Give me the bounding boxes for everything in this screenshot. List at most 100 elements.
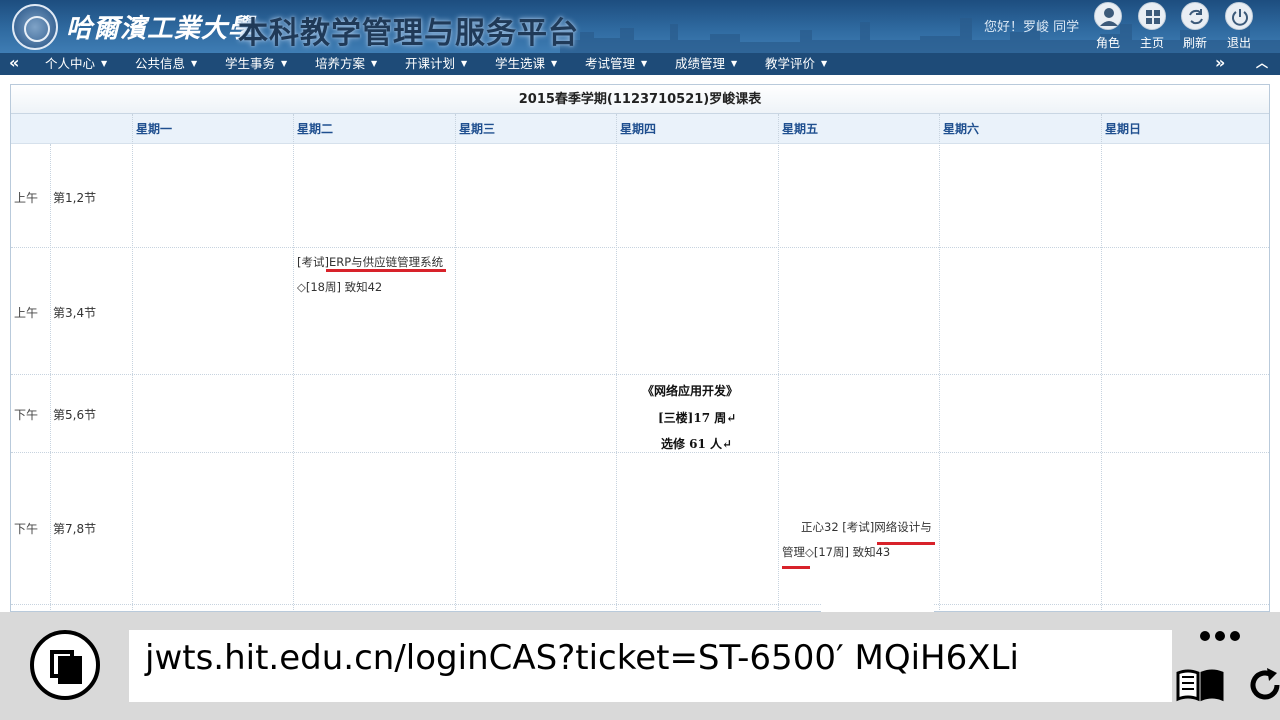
main-nav: « 个人中心 ▼ 公共信息 ▼ 学生事务 ▼ 培养方案 ▼ 开课计划 ▼ 学生选课 ▼ 考试…: [0, 53, 1280, 75]
day-header-tue: 星期二: [297, 122, 334, 136]
day-header-wed: 星期三: [459, 122, 496, 136]
grid-line: [939, 114, 940, 611]
nav-training-plan[interactable]: 培养方案 ▼: [315, 53, 377, 75]
period-half-label: 下午: [14, 408, 39, 422]
user-icon: [1094, 2, 1122, 30]
red-underline-mark: [782, 566, 810, 569]
school-name: 哈爾濱工業大學: [66, 14, 256, 44]
day-header-thu: 星期四: [620, 122, 657, 136]
caret-down-icon: ▼: [731, 59, 738, 68]
grid-icon: [1138, 2, 1166, 30]
site-header: 哈爾濱工業大學 本科教学管理与服务平台 您好！罗峻 同学 角色 主页 刷新 退出: [0, 0, 1280, 53]
url-field[interactable]: jwts.hit.edu.cn/loginCAS?ticket=ST-6500′…: [129, 630, 1280, 702]
course-line: ◇[18周] 致知42: [297, 280, 383, 294]
grid-line: [132, 114, 133, 611]
tabs-button[interactable]: [30, 630, 100, 700]
caret-down-icon: ▼: [101, 59, 108, 68]
more-options-icon[interactable]: [1200, 626, 1250, 642]
course-note-line: 选修 61 人↵: [661, 437, 733, 451]
day-header-mon: 星期一: [136, 122, 173, 136]
course-line: 正心32 [考试]网络设计与: [801, 520, 932, 534]
university-seal-logo: [12, 4, 58, 50]
nav-public-info[interactable]: 公共信息 ▼: [135, 53, 197, 75]
browser-refresh-button[interactable]: [1245, 665, 1280, 705]
nav-personal-center[interactable]: 个人中心 ▼: [45, 53, 107, 75]
period-half-label: 下午: [14, 522, 39, 536]
caret-down-icon: ▼: [191, 59, 198, 68]
course-note-line: 《网络应用开发》: [642, 384, 739, 398]
caret-down-icon: ▼: [821, 59, 828, 68]
nav-student-affairs[interactable]: 学生事务 ▼: [225, 53, 287, 75]
day-header-sun: 星期日: [1105, 122, 1142, 136]
grid-line: [616, 114, 617, 611]
nav-item-label: 公共信息: [135, 56, 186, 71]
caret-down-icon: ▼: [551, 59, 558, 68]
nav-course-plan[interactable]: 开课计划 ▼: [405, 53, 467, 75]
day-header-row: 星期一 星期二 星期三 星期四 星期五 星期六 星期日: [11, 114, 1269, 144]
caret-down-icon: ▼: [461, 59, 468, 68]
period-half-label: 上午: [14, 306, 39, 320]
skyline-decoration: [560, 18, 1280, 53]
refresh-page-button[interactable]: 刷新: [1175, 2, 1215, 50]
caret-down-icon: ▼: [371, 59, 378, 68]
role-button[interactable]: 角色: [1088, 2, 1128, 50]
caret-down-icon: ▼: [281, 59, 288, 68]
course-entry-tue[interactable]: [考试]ERP与供应链管理系统 ◇[18周] 致知42: [297, 250, 443, 300]
nav-scroll-left-icon[interactable]: «: [9, 53, 19, 75]
period-slot-label: 第5,6节: [53, 408, 97, 422]
grid-line: [11, 374, 1269, 375]
nav-item-label: 学生选课: [495, 56, 546, 71]
reading-view-button[interactable]: [1174, 667, 1226, 703]
nav-scroll-right-icon[interactable]: »: [1215, 53, 1225, 75]
timetable-title: 2015春季学期(1123710521)罗峻课表: [11, 85, 1269, 114]
nav-item-label: 成绩管理: [675, 56, 726, 71]
nav-item-label: 考试管理: [585, 56, 636, 71]
grid-line: [11, 452, 1269, 453]
home-button[interactable]: 主页: [1132, 2, 1172, 50]
timetable-grid: 星期一 星期二 星期三 星期四 星期五 星期六 星期日 上午 第1,2节 上午 …: [11, 114, 1269, 611]
logout-button[interactable]: 退出: [1219, 2, 1259, 50]
grid-line: [293, 114, 294, 611]
page: 哈爾濱工業大學 本科教学管理与服务平台 您好！罗峻 同学 角色 主页 刷新 退出: [0, 0, 1280, 720]
course-entry-fri[interactable]: 正心32 [考试]网络设计与 管理◇[17周] 致知43: [782, 515, 932, 565]
collapse-up-icon[interactable]: ︿: [1256, 53, 1268, 75]
role-button-label: 角色: [1095, 36, 1120, 50]
nav-course-selection[interactable]: 学生选课 ▼: [495, 53, 557, 75]
browser-address-bar: jwts.hit.edu.cn/loginCAS?ticket=ST-6500′…: [0, 612, 1280, 720]
period-slot-label: 第3,4节: [53, 306, 97, 320]
book-icon: [1176, 669, 1224, 702]
period-slot-label: 第1,2节: [53, 191, 97, 205]
period-slot-label: 第7,8节: [53, 522, 97, 536]
nav-item-label: 个人中心: [45, 56, 96, 71]
user-greeting: 您好！罗峻 同学: [984, 20, 1080, 35]
home-button-label: 主页: [1139, 36, 1164, 50]
nav-item-label: 培养方案: [315, 56, 366, 71]
grid-line: [778, 114, 779, 611]
refresh-icon: [1181, 2, 1209, 30]
nav-exam-management[interactable]: 考试管理 ▼: [585, 53, 647, 75]
nav-grade-management[interactable]: 成绩管理 ▼: [675, 53, 737, 75]
grid-line: [1101, 114, 1102, 611]
logout-button-label: 退出: [1226, 36, 1251, 50]
grid-line: [455, 114, 456, 611]
timetable-panel: 2015春季学期(1123710521)罗峻课表 星期一 星期二 星期三 星期四…: [10, 84, 1270, 612]
nav-teaching-evaluation[interactable]: 教学评价 ▼: [765, 53, 827, 75]
platform-title: 本科教学管理与服务平台: [238, 16, 579, 51]
tabs-icon-back: [58, 656, 82, 684]
grid-line: [11, 604, 1269, 605]
grid-line: [50, 144, 51, 611]
red-underline-mark: [877, 542, 935, 545]
refresh-icon: [1250, 668, 1280, 700]
period-half-label: 上午: [14, 191, 39, 205]
day-header-sat: 星期六: [943, 122, 980, 136]
nav-item-label: 开课计划: [405, 56, 456, 71]
nav-item-label: 学生事务: [225, 56, 276, 71]
day-header-fri: 星期五: [782, 122, 819, 136]
grid-line: [11, 247, 1269, 248]
refresh-button-label: 刷新: [1182, 36, 1207, 50]
red-underline-mark: [326, 269, 446, 272]
nav-item-label: 教学评价: [765, 56, 816, 71]
power-icon: [1225, 2, 1253, 30]
course-note-line: [三楼]17 周↵: [658, 411, 737, 425]
url-text: jwts.hit.edu.cn/loginCAS?ticket=ST-6500′…: [145, 638, 1019, 678]
